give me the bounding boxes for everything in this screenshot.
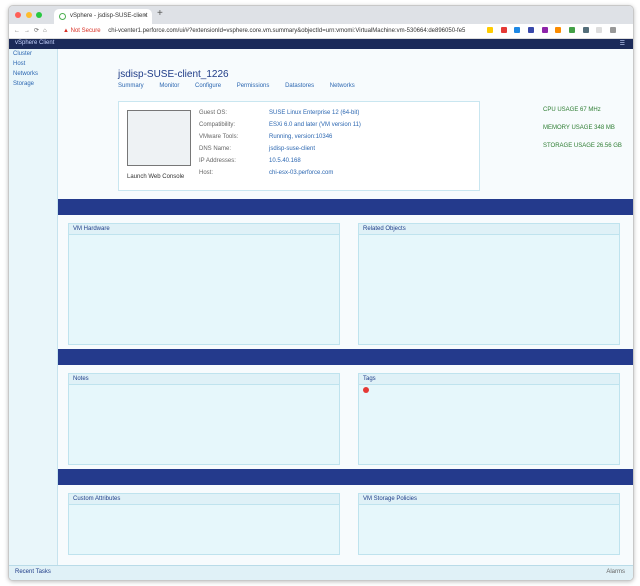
panel-title[interactable]: Notes <box>69 374 339 385</box>
vsphere-favicon-icon <box>59 13 66 20</box>
panel-title[interactable]: Custom Attributes <box>69 494 339 505</box>
extension-red-icon[interactable] <box>500 27 507 33</box>
extension-purple-icon[interactable] <box>541 27 548 33</box>
extension-indigo-icon[interactable] <box>528 27 535 33</box>
tab-title: vSphere - jsdisp-SUSE-client <box>70 13 148 19</box>
tab-networks[interactable]: Networks <box>330 83 355 89</box>
section-band <box>58 469 633 485</box>
extension-gray-icon[interactable] <box>582 27 589 33</box>
address-bar-row: ←→⟳⌂ ▲ Not Secure chi-vcenter1.perforce.… <box>9 24 633 39</box>
browser-menu-icon[interactable] <box>610 27 617 33</box>
tab-summary[interactable]: Summary <box>118 83 144 89</box>
zoom-window-icon[interactable] <box>36 12 43 18</box>
app-title: vSphere Client <box>15 40 55 46</box>
main-content: jsdisp-SUSE-client_1226 Summary Monitor … <box>58 49 633 580</box>
summary-card: Guest OS: SUSE Linux Enterprise 12 (64-bi… <box>118 101 480 191</box>
navigator-panel: Cluster Host Networks Storage <box>9 49 58 580</box>
section-band <box>58 199 633 215</box>
sidebar-item-host[interactable]: Host <box>9 59 57 69</box>
navigation-icons[interactable]: ←→⟳⌂ <box>14 27 51 34</box>
memory-usage: MEMORY USAGE 348 MB <box>543 125 615 131</box>
summary-row: Compatibility: ESXi 6.0 and later (VM ver… <box>199 122 361 128</box>
cpu-usage: CPU USAGE 67 MHz <box>543 107 601 113</box>
panel-title[interactable]: Tags <box>359 374 619 385</box>
window-controls <box>15 12 45 20</box>
custom-attributes-panel: Custom Attributes <box>68 493 340 555</box>
vm-hardware-panel: VM Hardware <box>68 223 340 345</box>
panel-title[interactable]: VM Hardware <box>69 224 339 235</box>
vsphere-app: Cluster Host Networks Storage jsdisp-SUS… <box>9 49 633 580</box>
vm-console-thumbnail[interactable] <box>127 110 191 166</box>
tab-monitor[interactable]: Monitor <box>159 83 179 89</box>
tab-permissions[interactable]: Permissions <box>237 83 270 89</box>
tab-strip: vSphere - jsdisp-SUSE-client × + <box>9 6 633 24</box>
vsphere-header: vSphere Client ☰ <box>9 39 633 49</box>
profile-avatar-icon[interactable] <box>596 27 603 33</box>
sidebar-item-cluster[interactable]: Cluster <box>9 49 57 59</box>
usage-panel: CPU USAGE 67 MHz MEMORY USAGE 348 MB STO… <box>543 107 623 161</box>
security-label: Not Secure <box>70 28 101 34</box>
vm-title: jsdisp-SUSE-client_1226 <box>118 69 229 80</box>
notes-panel: Notes <box>68 373 340 465</box>
omnibox[interactable]: ▲ Not Secure chi-vcenter1.perforce.com/u… <box>63 26 481 36</box>
related-objects-panel: Related Objects <box>358 223 620 345</box>
summary-row: Guest OS: SUSE Linux Enterprise 12 (64-bi… <box>199 110 360 116</box>
url-text: chi-vcenter1.perforce.com/ui/#?extension… <box>108 28 466 34</box>
browser-window: vSphere - jsdisp-SUSE-client × + ←→⟳⌂ ▲ … <box>8 5 634 581</box>
browser-tab[interactable]: vSphere - jsdisp-SUSE-client × <box>54 9 152 24</box>
object-tabs: Summary Monitor Configure Permissions Da… <box>118 83 369 89</box>
summary-row: VMware Tools: Running, version:10346 <box>199 134 333 140</box>
new-tab-button[interactable]: + <box>157 8 163 19</box>
minimize-window-icon[interactable] <box>25 12 32 18</box>
status-bar: Recent Tasks Alarms <box>9 565 633 580</box>
alarm-icon <box>363 387 369 393</box>
alarm-row <box>359 385 619 396</box>
sidebar-item-storage[interactable]: Storage <box>9 79 57 89</box>
bookmark-star-icon[interactable] <box>487 27 493 33</box>
alarms-tab[interactable]: Alarms <box>606 569 625 575</box>
extension-icons <box>487 27 622 35</box>
launch-web-console-link[interactable]: Launch Web Console <box>127 174 184 180</box>
section-band <box>58 349 633 365</box>
tab-configure[interactable]: Configure <box>195 83 221 89</box>
extension-blue-icon[interactable] <box>514 27 521 33</box>
panel-title[interactable]: Related Objects <box>359 224 619 235</box>
storage-policies-panel: VM Storage Policies <box>358 493 620 555</box>
sidebar-item-networks[interactable]: Networks <box>9 69 57 79</box>
panel-title[interactable]: VM Storage Policies <box>359 494 619 505</box>
summary-row: DNS Name: jsdisp-suse-client <box>199 146 316 152</box>
summary-row: IP Addresses: 10.5.40.168 <box>199 158 301 164</box>
extension-orange-icon[interactable] <box>555 27 562 33</box>
extension-green-icon[interactable] <box>569 27 576 33</box>
storage-usage: STORAGE USAGE 26.56 GB <box>543 143 622 149</box>
recent-tasks-tab[interactable]: Recent Tasks <box>15 569 51 575</box>
warning-icon: ▲ <box>63 28 71 34</box>
user-menu[interactable]: ☰ <box>620 40 625 47</box>
close-tab-icon[interactable]: × <box>143 9 147 24</box>
close-window-icon[interactable] <box>15 12 21 18</box>
tab-datastores[interactable]: Datastores <box>285 83 314 89</box>
summary-row: Host: chi-esx-03.perforce.com <box>199 170 334 176</box>
tags-panel: Tags <box>358 373 620 465</box>
